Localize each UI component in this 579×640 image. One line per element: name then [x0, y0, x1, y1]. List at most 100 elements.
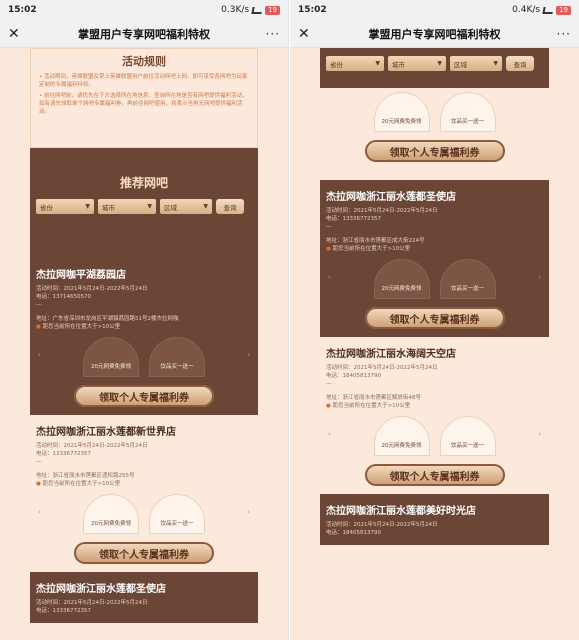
- chevron-down-icon: ▼: [437, 60, 442, 67]
- chevron-down-icon: ▼: [203, 203, 208, 210]
- filter-bar: 省份 ▼ 城市 ▼ 区域 ▼ 查询: [320, 48, 549, 71]
- offer-item[interactable]: 饮品买一送一: [439, 416, 496, 456]
- chevron-left-icon[interactable]: ‹: [38, 351, 41, 359]
- cafe-period: 活动时间：2021年5月24日-2022年5月24日: [36, 443, 148, 449]
- recommend-header: 推荐网吧 省份 ▼ 城市 ▼ 区域 ▼ 查询: [30, 148, 258, 258]
- cafe-phone: 电话：13336772357: [36, 608, 91, 614]
- location-pin-icon: ●: [326, 403, 331, 409]
- status-time: 15:02: [298, 5, 327, 15]
- chevron-right-icon[interactable]: ›: [538, 273, 541, 281]
- cafe-distance: 距您当前所在位置大于>10公里: [42, 481, 121, 487]
- screenshot-pair: 15:02 0.3K/s 19 ✕ 掌盟用户专享网吧福利特权 ··· 活动规则 …: [0, 0, 579, 640]
- claim-coupon-button[interactable]: 领取个人专属福利券: [74, 385, 214, 407]
- offer-item[interactable]: 20元网费免费领: [83, 494, 139, 534]
- rules-paragraph-1: • 活动期间，英雄联盟及掌上英雄联盟用户前往活动网吧上网，即可享受各网吧为玩家定…: [39, 74, 248, 88]
- cafe-name: 杰拉网咖平湖荔园店: [36, 270, 126, 281]
- cafe-card: 杰拉网咖浙江丽水莲都新世界店 活动时间：2021年5月24日-2022年5月24…: [30, 415, 258, 572]
- signal-icon: [542, 6, 554, 14]
- cafe-name: 杰拉网咖浙江丽水海阔天空店: [326, 349, 456, 360]
- offer-item[interactable]: 饮品买一送一: [439, 92, 496, 132]
- nav-bar: ✕ 掌盟用户专享网吧福利特权 ···: [0, 20, 288, 48]
- offer-row: 20元网费免费领 饮品买一送一: [326, 92, 543, 132]
- cafe-distance: 距您当前所在位置大于>10公里: [42, 324, 121, 330]
- recommend-title: 推荐网吧: [119, 176, 168, 190]
- status-time: 15:02: [8, 5, 37, 15]
- claim-coupon-button[interactable]: 领取个人专属福利券: [364, 464, 505, 486]
- offer-row: ‹ 20元网费免费领 饮品买一送一 ›: [36, 494, 252, 534]
- province-select[interactable]: 省份 ▼: [326, 56, 384, 71]
- chevron-left-icon[interactable]: ‹: [38, 508, 41, 516]
- cafe-card: 杰拉网咖浙江丽水莲都圣使店 活动时间：2021年5月24日-2022年5月24日…: [30, 572, 258, 623]
- rules-title: 活动规则: [122, 55, 166, 68]
- city-select[interactable]: 城市 ▼: [388, 56, 446, 71]
- chevron-right-icon[interactable]: ›: [247, 351, 250, 359]
- cafe-card: 杰拉网咖浙江丽水莲都圣使店 活动时间：2021年5月24日-2022年5月24日…: [320, 180, 549, 337]
- phone-right: 15:02 0.4K/s 19 ✕ 掌盟用户专享网吧福利特权 ··· 省份 ▼ 城…: [290, 0, 579, 640]
- more-icon[interactable]: ···: [260, 27, 280, 41]
- chevron-down-icon: ▼: [375, 60, 380, 67]
- cafe-distance: 距您当前所在位置大于>10公里: [332, 403, 411, 409]
- cafe-phone: 电话：13336772357: [36, 451, 91, 457]
- chevron-right-icon[interactable]: ›: [538, 430, 541, 438]
- cafe-address: 地址：广东省深圳市龙岗区平湖镇荔园路51号2楼杰拉网咖: [36, 316, 179, 322]
- chevron-down-icon: ▼: [85, 203, 90, 210]
- status-bar: 15:02 0.4K/s 19: [290, 0, 579, 20]
- filter-header: 省份 ▼ 城市 ▼ 区域 ▼ 查询: [320, 48, 549, 88]
- province-select[interactable]: 省份 ▼: [36, 199, 94, 214]
- network-speed: 0.4K/s: [512, 5, 541, 15]
- rules-paragraph-2: • 前往网吧前，请优先在下方选择所在地信息，查询所在地是否有网吧提供福利活动，如…: [39, 93, 248, 115]
- page-title: 掌盟用户专享网吧福利特权: [368, 27, 501, 41]
- district-select[interactable]: 区域 ▼: [450, 56, 502, 71]
- close-icon[interactable]: ✕: [8, 26, 28, 42]
- query-button[interactable]: 查询: [506, 56, 534, 71]
- chevron-left-icon[interactable]: ‹: [328, 430, 331, 438]
- offer-item[interactable]: 饮品买一送一: [149, 494, 205, 534]
- cafe-phone: 电话：18405813790: [326, 373, 381, 379]
- chevron-right-icon[interactable]: ›: [247, 508, 250, 516]
- cafe-period: 活动时间：2021年5月24日-2022年5月24日: [36, 286, 148, 292]
- nav-bar: ✕ 掌盟用户专享网吧福利特权 ···: [290, 20, 579, 48]
- cafe-dash: —: [326, 381, 332, 387]
- status-bar: 15:02 0.3K/s 19: [0, 0, 288, 20]
- rules-panel: 活动规则 • 活动期间，英雄联盟及掌上英雄联盟用户前往活动网吧上网，即可享受各网…: [30, 48, 258, 148]
- offer-item[interactable]: 20元网费免费领: [83, 337, 139, 377]
- chevron-left-icon[interactable]: ‹: [328, 273, 331, 281]
- more-icon[interactable]: ···: [551, 27, 571, 41]
- claim-coupon-button[interactable]: 领取个人专属福利券: [74, 542, 214, 564]
- cafe-period: 活动时间：2021年5月24日-2022年5月24日: [36, 600, 148, 606]
- city-select[interactable]: 城市 ▼: [98, 199, 156, 214]
- signal-icon: [251, 6, 263, 14]
- cafe-phone: 电话：13336772357: [326, 216, 381, 222]
- battery-icon: 19: [556, 5, 571, 15]
- phone-left: 15:02 0.3K/s 19 ✕ 掌盟用户专享网吧福利特权 ··· 活动规则 …: [0, 0, 289, 640]
- offer-item[interactable]: 饮品买一送一: [439, 259, 496, 299]
- cafe-address: 地址：浙江省丽水市莲都区遗松路255号: [36, 473, 135, 479]
- page-title: 掌盟用户专享网吧福利特权: [78, 27, 210, 41]
- cafe-phone: 电话：18405813790: [326, 530, 381, 536]
- cafe-name: 杰拉网咖浙江丽水莲都新世界店: [36, 427, 176, 438]
- cafe-name: 杰拉网咖浙江丽水莲都圣使店: [326, 192, 456, 203]
- cafe-address: 地址：浙江省丽水市莲都区成大街224号: [326, 238, 425, 244]
- offer-item[interactable]: 20元网费免费领: [373, 416, 430, 456]
- cafe-card-partial: 20元网费免费领 饮品买一送一 领取个人专属福利券: [320, 88, 549, 180]
- cafe-name: 杰拉网咖浙江丽水莲都圣使店: [36, 584, 166, 595]
- location-pin-icon: ●: [36, 481, 41, 487]
- query-button[interactable]: 查询: [216, 199, 244, 214]
- location-pin-icon: ●: [326, 246, 331, 252]
- claim-coupon-button[interactable]: 领取个人专属福利券: [364, 140, 505, 162]
- cafe-dash: —: [36, 302, 42, 308]
- cafe-period: 活动时间：2021年5月24日-2022年5月24日: [326, 522, 438, 528]
- cafe-dash: —: [326, 224, 332, 230]
- claim-coupon-button[interactable]: 领取个人专属福利券: [364, 307, 505, 329]
- cafe-distance: 距您当前所在位置大于>10公里: [332, 246, 411, 252]
- offer-item[interactable]: 饮品买一送一: [149, 337, 205, 377]
- network-speed: 0.3K/s: [221, 5, 250, 15]
- cafe-address: 地址：浙江省丽水市莲都区解放街48号: [326, 395, 421, 401]
- offer-row: ‹ 20元网费免费领 饮品买一送一 ›: [326, 416, 543, 456]
- offer-item[interactable]: 20元网费免费领: [373, 92, 430, 132]
- offer-item[interactable]: 20元网费免费领: [373, 259, 430, 299]
- cafe-period: 活动时间：2021年5月24日-2022年5月24日: [326, 365, 438, 371]
- offer-row: ‹ 20元网费免费领 饮品买一送一 ›: [36, 337, 252, 377]
- district-select[interactable]: 区域 ▼: [160, 199, 212, 214]
- close-icon[interactable]: ✕: [298, 26, 318, 42]
